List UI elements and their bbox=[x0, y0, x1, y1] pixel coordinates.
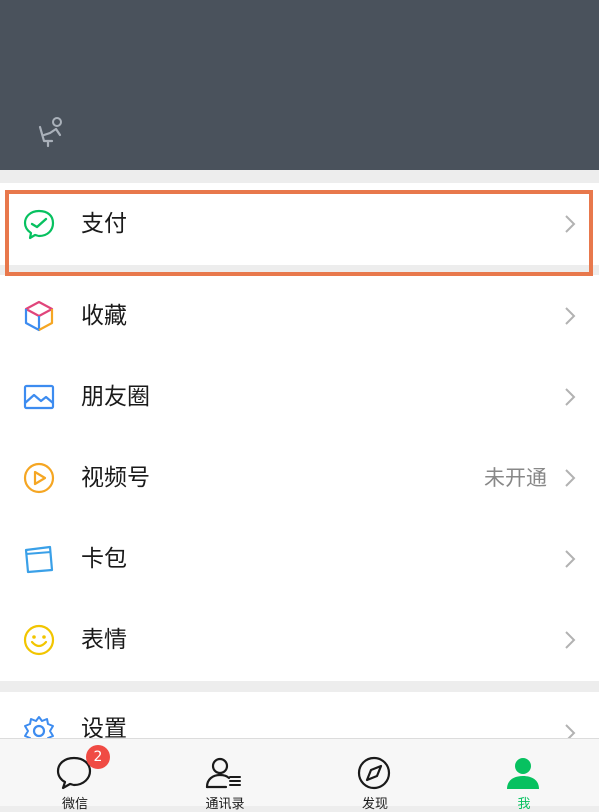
tab-label: 微信 bbox=[61, 797, 88, 812]
status-person-icon[interactable] bbox=[34, 115, 68, 149]
person-icon bbox=[507, 758, 539, 789]
chevron-right-icon bbox=[565, 388, 576, 406]
profile-header bbox=[0, 0, 599, 170]
contacts-icon bbox=[205, 757, 241, 789]
chevron-right-icon bbox=[565, 631, 576, 649]
tab-contacts[interactable]: 通讯录 bbox=[150, 739, 300, 812]
chevron-right-icon bbox=[565, 307, 576, 325]
tab-me[interactable]: 我 bbox=[449, 739, 599, 812]
cube-favorites-icon bbox=[24, 300, 54, 332]
menu-item-label: 卡包 bbox=[81, 546, 127, 572]
menu-item-label: 视频号 bbox=[81, 465, 150, 491]
tab-label: 通讯录 bbox=[205, 797, 245, 812]
menu-item-stickers[interactable]: 表情 bbox=[0, 599, 599, 681]
compass-icon bbox=[357, 756, 391, 790]
image-moments-icon bbox=[23, 384, 55, 410]
tab-label: 发现 bbox=[361, 797, 388, 812]
menu-item-pay[interactable]: 支付 bbox=[0, 183, 599, 265]
tab-label: 我 bbox=[517, 797, 531, 812]
channels-status: 未开通 bbox=[484, 466, 547, 490]
menu-item-moments[interactable]: 朋友圈 bbox=[0, 356, 599, 438]
tab-discover[interactable]: 发现 bbox=[300, 739, 450, 812]
chevron-right-icon bbox=[565, 550, 576, 568]
menu-item-label: 收藏 bbox=[81, 303, 127, 329]
unread-badge: 2 bbox=[86, 745, 110, 769]
menu-item-channels[interactable]: 视频号 未开通 bbox=[0, 437, 599, 519]
menu-item-cards[interactable]: 卡包 bbox=[0, 518, 599, 600]
chevron-right-icon bbox=[565, 215, 576, 233]
menu-item-favorites[interactable]: 收藏 bbox=[0, 275, 599, 357]
tab-chats[interactable]: 2 微信 bbox=[0, 739, 150, 812]
menu-item-label: 朋友圈 bbox=[81, 384, 150, 410]
bottom-tab-bar: 2 微信 通讯录 发现 我 bbox=[0, 738, 599, 812]
smiley-icon bbox=[23, 624, 55, 656]
menu-item-label: 表情 bbox=[81, 627, 127, 653]
wallet-pay-icon bbox=[23, 209, 55, 240]
card-wallet-icon bbox=[24, 545, 54, 574]
play-channels-icon bbox=[23, 462, 55, 494]
menu-item-label: 支付 bbox=[81, 211, 127, 237]
chevron-right-icon bbox=[565, 469, 576, 487]
